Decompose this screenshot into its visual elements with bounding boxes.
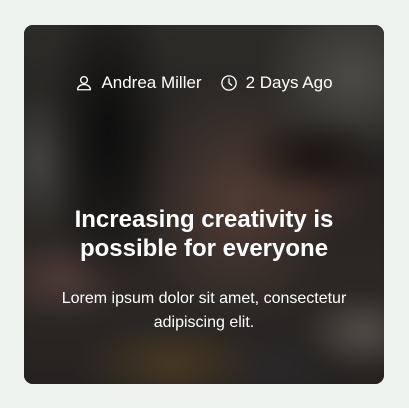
post-author-name: Andrea Miller: [101, 73, 202, 92]
clock-icon: [220, 74, 238, 92]
post-date: 2 Days Ago: [220, 73, 333, 93]
post-author[interactable]: Andrea Miller: [75, 73, 202, 93]
post-meta: Andrea Miller 2 Days Ago: [24, 73, 384, 93]
post-date-text: 2 Days Ago: [245, 73, 333, 92]
post-title[interactable]: Increasing creativity is possible for ev…: [44, 205, 364, 263]
post-excerpt: Lorem ipsum dolor sit amet, consectetur …: [61, 290, 347, 331]
blog-post-card[interactable]: Andrea Miller 2 Days Ago Increasing crea…: [24, 25, 384, 384]
user-icon: [75, 74, 93, 92]
